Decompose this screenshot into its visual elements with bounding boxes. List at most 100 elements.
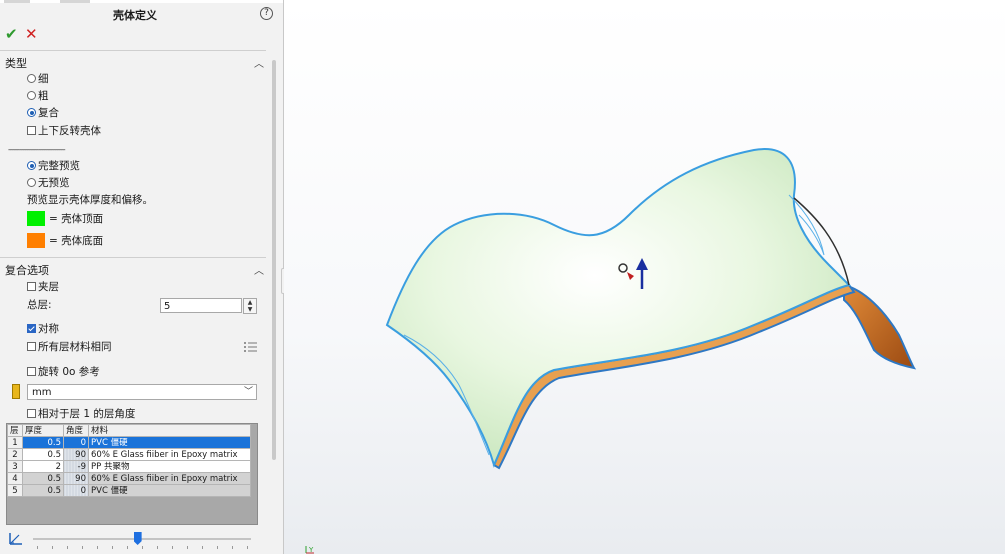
table-row[interactable]: 4 0.5 90 60% E Glass fiiber in Epoxy mat… [7,472,251,485]
radio-icon[interactable] [27,108,36,117]
slider-tick [127,546,128,549]
divider [0,257,266,258]
legend-bottom-label: = 壳体底面 [49,235,104,247]
row-number: 1 [7,436,23,449]
slider-tick [157,546,158,549]
checkbox-relative-angle[interactable]: 相对于层 1 的层角度 [27,406,135,421]
cancel-button[interactable]: ✕ [25,25,38,43]
collapse-composite-icon[interactable]: ︿ [254,262,264,277]
slider-track[interactable] [33,538,251,540]
table-row[interactable]: 1 0.5 0 PVC 僵硬 [7,436,251,449]
cell-angle[interactable]: 0 [63,484,89,497]
radio-icon[interactable] [27,161,36,170]
ply-table[interactable]: 层 厚度 角度 材料 1 0.5 0 PVC 僵硬 2 0.5 90 60% E… [7,424,251,497]
cell-angle[interactable]: 90 [63,472,89,485]
checkbox-sandwich[interactable]: 夹层 [27,279,59,294]
slider-tick [187,546,188,549]
slider-tick [202,546,203,549]
cell-thickness[interactable]: 0.5 [22,484,64,497]
checkbox-icon[interactable] [27,282,36,291]
cell-thickness[interactable]: 0.5 [22,472,64,485]
triad-y-label: Y [308,546,314,554]
spin-down-icon[interactable]: ▼ [244,306,256,313]
help-icon[interactable]: ? [260,7,273,20]
cell-angle[interactable]: -9 [63,460,89,473]
checkbox-icon[interactable] [27,367,36,376]
no-preview-label: 无预览 [38,177,70,189]
collapse-type-icon[interactable]: ︿ [254,55,264,70]
shell-bottom-face[interactable] [843,283,917,370]
slider-tick [247,546,248,549]
slider-tick [172,546,173,549]
col-material: 材料 [88,424,251,437]
radio-icon[interactable] [27,178,36,187]
shell-model[interactable]: Y [284,0,1005,554]
cell-material[interactable]: PVC 僵硬 [88,436,251,449]
cell-angle[interactable]: 0 [63,436,89,449]
chevron-down-icon[interactable]: ﹀ [244,385,253,400]
tab-feature[interactable] [4,0,30,3]
row-number: 5 [7,484,23,497]
legend-bottom: = 壳体底面 [27,233,103,248]
list-icon[interactable] [243,340,258,354]
graphics-viewport[interactable]: Y [284,0,1005,554]
slider-tick [232,546,233,549]
cell-material[interactable]: 60% E Glass fiiber in Epoxy matrix [88,448,251,461]
col-angle: 角度 [63,424,89,437]
checkbox-symmetric[interactable]: 对称 [27,321,59,336]
cell-material[interactable]: 60% E Glass fiiber in Epoxy matrix [88,472,251,485]
cell-thickness[interactable]: 0.5 [22,448,64,461]
cell-material[interactable]: PVC 僵硬 [88,484,251,497]
radio-composite-label: 复合 [38,107,59,119]
checkbox-icon[interactable] [27,324,36,333]
checkbox-flip-shell[interactable]: 上下反转壳体 [27,123,101,138]
radio-icon[interactable] [27,74,36,83]
checkbox-icon[interactable] [27,342,36,351]
unit-select[interactable]: mm ﹀ [27,384,257,400]
radio-icon[interactable] [27,91,36,100]
orange-swatch [27,233,45,248]
preview-note-text: 预览显示壳体厚度和偏移。 [27,194,153,206]
checkbox-rotate-ref[interactable]: 旋转 0o 参考 [27,364,100,379]
symmetric-label: 对称 [38,323,59,335]
radio-composite[interactable]: 复合 [27,105,59,120]
cell-material[interactable]: PP 共聚物 [88,460,251,473]
cell-angle[interactable]: 90 [63,448,89,461]
tab-property[interactable] [60,0,90,3]
cell-thickness[interactable]: 2 [22,460,64,473]
checkbox-icon[interactable] [27,126,36,135]
radio-full-preview[interactable]: 完整预览 [27,158,80,173]
row-number: 2 [7,448,23,461]
checkbox-icon[interactable] [27,409,36,418]
radio-no-preview[interactable]: 无预览 [27,175,70,190]
type-section-header[interactable]: 类型 [5,55,27,71]
panel-scrollbar[interactable] [272,60,276,460]
cell-thickness[interactable]: 0.5 [22,436,64,449]
checkbox-same-material[interactable]: 所有层材料相同 [27,339,112,354]
unit-value: mm [32,387,52,398]
slider-thumb[interactable] [133,532,142,545]
shell-top-face[interactable] [385,148,851,468]
slider-tick [37,546,38,549]
composite-section-header[interactable]: 复合选项 [5,262,49,278]
slider-tick [52,546,53,549]
table-row[interactable]: 5 0.5 0 PVC 僵硬 [7,484,251,497]
slider-tick [112,546,113,549]
total-layers-stepper[interactable]: ▲ ▼ [243,298,257,314]
spin-up-icon[interactable]: ▲ [244,299,256,306]
table-row[interactable]: 2 0.5 90 60% E Glass fiiber in Epoxy mat… [7,448,251,461]
slider-tick [82,546,83,549]
ok-button[interactable]: ✔ [5,25,18,43]
radio-thick-label: 粗 [38,90,49,102]
ply-table-container: 层 厚度 角度 材料 1 0.5 0 PVC 僵硬 2 0.5 90 60% E… [6,423,258,525]
slider-tick [97,546,98,549]
col-layer: 层 [7,424,23,437]
table-row[interactable]: 3 2 -9 PP 共聚物 [7,460,251,473]
radio-thin[interactable]: 细 [27,71,49,86]
total-layers-input[interactable]: 5 [160,298,242,313]
green-swatch [27,211,45,226]
slider-tick [67,546,68,549]
slider-tick [217,546,218,549]
rotate-ref-label: 旋转 0o 参考 [38,366,100,378]
radio-thick[interactable]: 粗 [27,88,49,103]
